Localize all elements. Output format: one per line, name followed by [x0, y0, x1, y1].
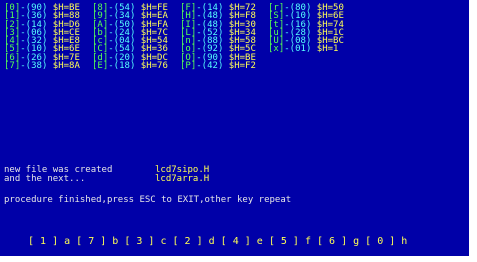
prompt-text: procedure finished,press ESC to EXIT,oth…: [4, 195, 292, 205]
table-cell: [268, 54, 330, 62]
next-file-name: lcd7arra.H: [155, 174, 210, 184]
hex-value: $H=8A: [52, 61, 80, 72]
dos-console-screen: [0]-(90) $H=BE [8]-(54) $H=FE [F]-(14) $H=…: [0, 0, 469, 256]
key-label: [E]: [92, 61, 109, 72]
table-cell: [x]-(01) $H=1: [268, 45, 338, 54]
decimal-value: -(42): [196, 61, 224, 72]
table-cell: [P]-(42) $H=F2: [180, 61, 256, 72]
decimal-value: -(38): [20, 61, 48, 72]
hex-value: $H=F2: [228, 61, 256, 72]
table-cell: [E]-(18) $H=76: [92, 61, 168, 72]
segment-map-line: [ 1 ] a [ 7 ] b [ 3 ] c [ 2 ] d [ 4 ] e …: [28, 236, 408, 247]
decimal-value: -(18): [108, 61, 136, 72]
table-row: [7]-(38) $H=8A [E]-(18) $H=76 [P]-(42) $H=…: [4, 61, 330, 72]
table-cell: [7]-(38) $H=8A: [4, 61, 80, 72]
key-label: [7]: [4, 61, 21, 72]
hex-value: $H=76: [140, 61, 168, 72]
segment-code-table: [0]-(90) $H=BE [8]-(54) $H=FE [F]-(14) $H=…: [4, 4, 344, 72]
table-cell: [268, 62, 330, 70]
next-file-label: and the next...: [4, 174, 86, 184]
key-label: [P]: [180, 61, 197, 72]
